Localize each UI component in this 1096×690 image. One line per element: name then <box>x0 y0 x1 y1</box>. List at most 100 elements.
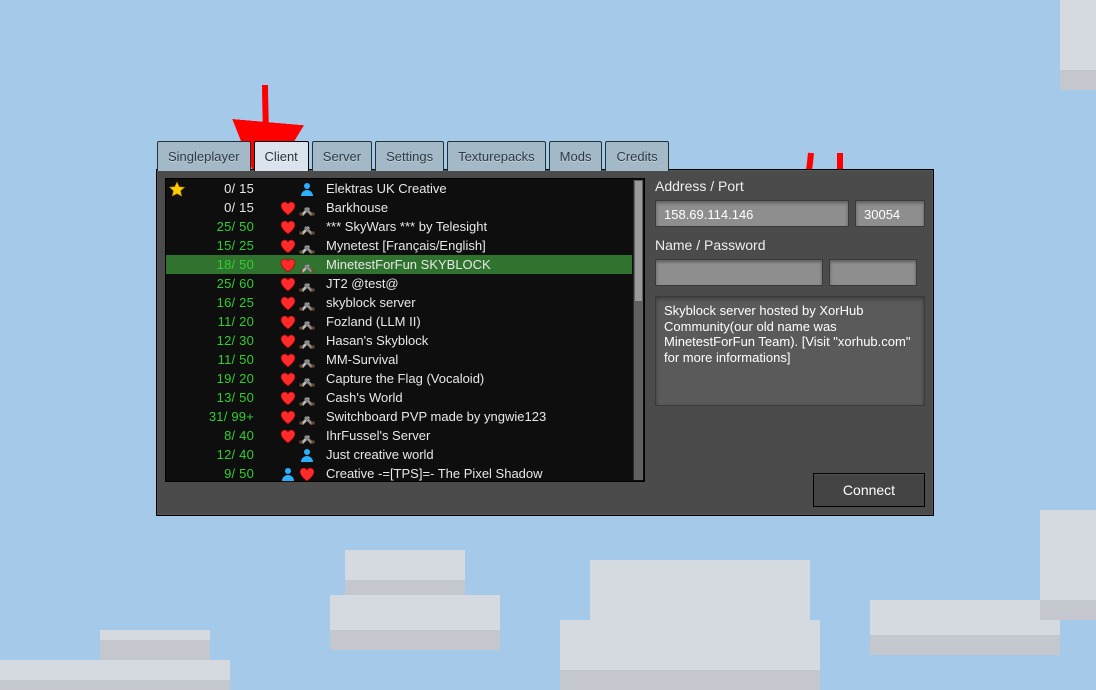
tab-credits[interactable]: Credits <box>605 141 668 171</box>
damage-icon <box>279 314 297 330</box>
tab-server[interactable]: Server <box>312 141 372 171</box>
tab-texturepacks[interactable]: Texturepacks <box>447 141 546 171</box>
server-list-item[interactable]: 12/ 30Hasan's Skyblock <box>166 331 632 350</box>
server-list-item[interactable]: 9/ 50Creative -=[TPS]=- The Pixel Shadow <box>166 464 632 481</box>
server-list-item[interactable]: 11/ 50MM-Survival <box>166 350 632 369</box>
server-flags <box>258 333 320 349</box>
voxel-block <box>870 600 1060 655</box>
server-name: Mynetest [Français/English] <box>320 236 632 255</box>
server-flags <box>258 409 320 425</box>
server-list-item[interactable]: 12/ 40 Just creative world <box>166 445 632 464</box>
voxel-block <box>345 550 465 600</box>
tab-client[interactable]: Client <box>254 141 309 171</box>
tab-settings[interactable]: Settings <box>375 141 444 171</box>
server-name: *** SkyWars *** by Telesight <box>320 217 632 236</box>
creative-icon <box>279 466 297 482</box>
favorite-placeholder <box>168 295 186 311</box>
pvp-icon <box>298 276 316 292</box>
server-name: Creative -=[TPS]=- The Pixel Shadow <box>320 464 632 481</box>
server-name: Just creative world <box>320 445 632 464</box>
pvp-icon <box>298 390 316 406</box>
name-password-label: Name / Password <box>655 237 925 253</box>
server-name: Fozland (LLM II) <box>320 312 632 331</box>
damage-icon <box>279 390 297 406</box>
favorite-placeholder <box>168 200 186 216</box>
server-list-item[interactable]: 15/ 25 Mynetest [Français/English] <box>166 236 632 255</box>
damage-icon <box>279 409 297 425</box>
server-flags <box>258 390 320 406</box>
address-port-label: Address / Port <box>655 178 925 194</box>
voxel-block <box>0 660 230 690</box>
server-flags <box>258 352 320 368</box>
server-list-item[interactable]: 19/ 20Capture the Flag (Vocaloid) <box>166 369 632 388</box>
connect-button[interactable]: Connect <box>813 473 925 507</box>
server-list-item[interactable]: 16/ 25skyblock server <box>166 293 632 312</box>
pvp-icon <box>298 371 316 387</box>
server-player-count: 19/ 20 <box>186 369 258 388</box>
server-flags <box>258 219 320 235</box>
damage-icon <box>298 466 316 482</box>
pvp-icon <box>298 333 316 349</box>
favorite-placeholder <box>168 352 186 368</box>
server-flags <box>258 428 320 444</box>
pvp-icon <box>298 219 316 235</box>
voxel-block <box>330 595 500 650</box>
creative-icon <box>298 447 316 463</box>
pvp-icon <box>298 295 316 311</box>
damage-icon <box>279 371 297 387</box>
favorite-placeholder <box>168 276 186 292</box>
server-name: MinetestForFun SKYBLOCK <box>320 255 632 274</box>
server-player-count: 12/ 40 <box>186 445 258 464</box>
main-menu-dialog: 0/ 15Elektras UK Creative0/ 15Barkhouse2… <box>156 169 934 516</box>
server-player-count: 15/ 25 <box>186 236 258 255</box>
server-list-scrollbar[interactable] <box>633 180 643 480</box>
password-input[interactable] <box>829 259 917 286</box>
damage-icon <box>279 295 297 311</box>
pvp-icon <box>298 428 316 444</box>
pvp-icon <box>298 200 316 216</box>
server-list-item[interactable]: 25/ 60JT2 @test@ <box>166 274 632 293</box>
server-list-item[interactable]: 8/ 40 IhrFussel's Server <box>166 426 632 445</box>
server-name: JT2 @test@ <box>320 274 632 293</box>
server-player-count: 25/ 50 <box>186 217 258 236</box>
address-input[interactable]: 158.69.114.146 <box>655 200 849 227</box>
damage-icon <box>279 333 297 349</box>
favorite-placeholder <box>168 428 186 444</box>
server-list-item[interactable]: 25/ 50 *** SkyWars *** by Telesight <box>166 217 632 236</box>
tab-mods[interactable]: Mods <box>549 141 603 171</box>
favorite-placeholder <box>168 333 186 349</box>
server-player-count: 16/ 25 <box>186 293 258 312</box>
server-player-count: 31/ 99+ <box>186 407 258 426</box>
server-flags <box>258 276 320 292</box>
server-list-item[interactable]: 11/ 20Fozland (LLM II) <box>166 312 632 331</box>
server-name: Hasan's Skyblock <box>320 331 632 350</box>
favorite-placeholder <box>168 219 186 235</box>
favorite-placeholder <box>168 257 186 273</box>
favorite-placeholder <box>168 371 186 387</box>
server-name: Barkhouse <box>320 198 632 217</box>
pvp-icon <box>298 409 316 425</box>
damage-icon <box>279 200 297 216</box>
damage-icon <box>279 428 297 444</box>
server-name: MM-Survival <box>320 350 632 369</box>
server-flags <box>258 371 320 387</box>
server-flags <box>258 200 320 216</box>
name-input[interactable] <box>655 259 823 286</box>
favorite-placeholder <box>168 409 186 425</box>
server-list-item[interactable]: 18/ 50MinetestForFun SKYBLOCK <box>166 255 632 274</box>
server-flags <box>258 257 320 273</box>
damage-icon <box>279 238 297 254</box>
tab-singleplayer[interactable]: Singleplayer <box>157 141 251 171</box>
server-list-item[interactable]: 31/ 99+Switchboard PVP made by yngwie123 <box>166 407 632 426</box>
server-list-item[interactable]: 13/ 50Cash's World <box>166 388 632 407</box>
server-player-count: 0/ 15 <box>186 198 258 217</box>
server-flags <box>258 295 320 311</box>
server-list[interactable]: 0/ 15Elektras UK Creative0/ 15Barkhouse2… <box>165 178 645 482</box>
favorite-placeholder <box>168 238 186 254</box>
voxel-block <box>560 620 820 690</box>
port-input[interactable]: 30054 <box>855 200 925 227</box>
server-name: IhrFussel's Server <box>320 426 632 445</box>
server-player-count: 8/ 40 <box>186 426 258 445</box>
favorite-placeholder <box>168 447 186 463</box>
server-list-item[interactable]: 0/ 15 Barkhouse <box>166 198 632 217</box>
